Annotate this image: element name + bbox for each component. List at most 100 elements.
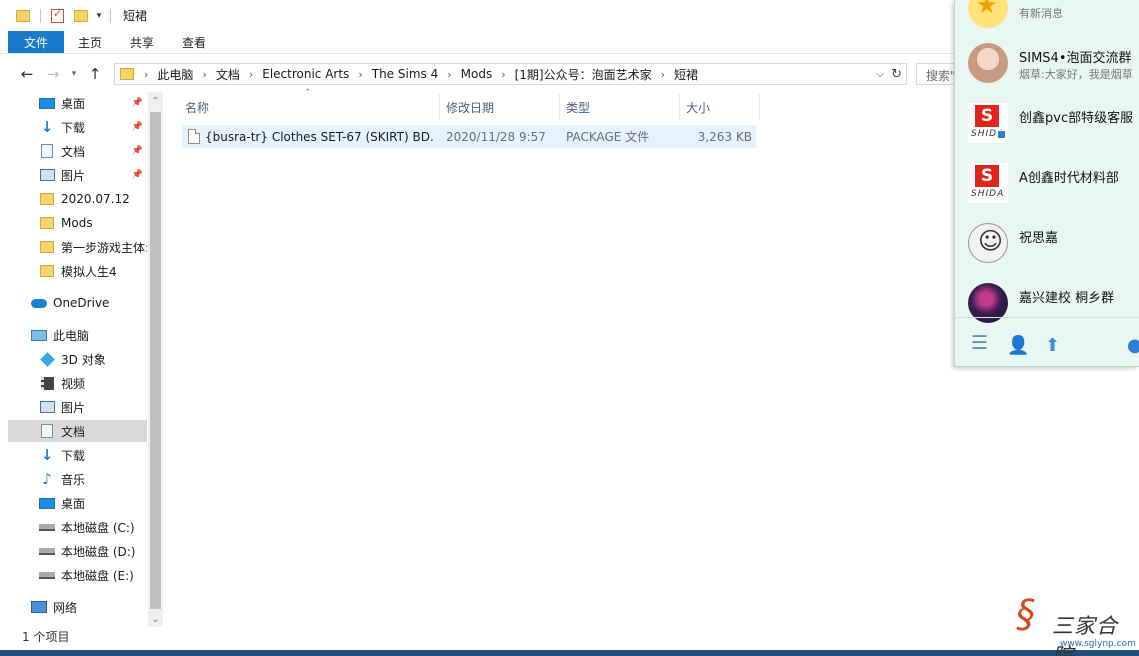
nav-item-downloads[interactable]: ↓ 下载 📌 bbox=[0, 116, 147, 138]
tab-view[interactable]: 查看 bbox=[168, 31, 220, 53]
folder-icon bbox=[120, 68, 134, 80]
recent-locations-icon[interactable]: ▾ bbox=[66, 69, 82, 79]
chevron-right-icon[interactable]: › bbox=[249, 68, 253, 81]
nav-item-desktop[interactable]: 桌面 📌 bbox=[0, 92, 147, 114]
nav-scrollbar[interactable]: ⌃ ⌄ bbox=[148, 92, 163, 627]
file-type: PACKAGE 文件 bbox=[566, 130, 650, 144]
nav-item-label: OneDrive bbox=[53, 296, 110, 310]
address-bar[interactable]: › 此电脑 › 文档 › Electronic Arts › The Sims … bbox=[114, 63, 907, 85]
navigation-pane: 桌面 📌 ↓ 下载 📌 文档 📌 图片 📌 2020.07.12 Mods 第一… bbox=[0, 92, 163, 624]
file-name: {busra-tr} Clothes SET-67 (SKIRT) BD... bbox=[205, 129, 435, 144]
back-arrow-icon[interactable]: ← bbox=[14, 65, 40, 83]
tab-share[interactable]: 共享 bbox=[116, 31, 168, 53]
properties-icon[interactable] bbox=[51, 7, 64, 23]
chat-panel: 有新消息 SIMS4•泡面交流群 烟草:大家好，我是烟草 S SHIDA 创鑫p… bbox=[954, 0, 1139, 367]
chevron-right-icon[interactable]: › bbox=[144, 68, 148, 81]
nav-item-pc-documents[interactable]: 文档 bbox=[8, 420, 147, 442]
folder-icon bbox=[39, 264, 55, 278]
chevron-right-icon[interactable]: › bbox=[447, 68, 451, 81]
contact-name: SIMS4•泡面交流群 bbox=[1019, 51, 1132, 66]
nav-item-documents[interactable]: 文档 📌 bbox=[0, 140, 147, 162]
nav-item-label: Mods bbox=[61, 216, 93, 230]
nav-item-pc-downloads[interactable]: ↓ 下载 bbox=[0, 444, 147, 466]
contact-item[interactable]: 祝思嘉 bbox=[955, 213, 1139, 273]
nav-item-folder-mods[interactable]: Mods bbox=[0, 212, 147, 234]
nav-item-label: 3D 对象 bbox=[61, 352, 106, 367]
window-title: 短裙 bbox=[123, 9, 148, 23]
contact-item[interactable]: S SHIDA A创鑫时代材料部 bbox=[955, 153, 1139, 213]
column-header-size[interactable]: 大小 bbox=[680, 94, 760, 120]
nav-item-music[interactable]: ♪ 音乐 bbox=[0, 468, 147, 490]
watermark-logo-icon: § bbox=[1016, 592, 1035, 636]
breadcrumb-current[interactable]: 短裙 bbox=[674, 66, 698, 83]
nav-item-videos[interactable]: 视频 bbox=[0, 372, 147, 394]
document-icon bbox=[39, 144, 55, 158]
nav-item-folder-2020-07-12[interactable]: 2020.07.12 bbox=[0, 188, 147, 210]
breadcrumb-documents[interactable]: 文档 bbox=[216, 66, 240, 83]
nav-item-folder-step-one[interactable]: 第一步游戏主体: bbox=[0, 236, 147, 258]
nav-item-label: 文档 bbox=[61, 144, 86, 159]
new-folder-icon[interactable] bbox=[74, 9, 88, 22]
nav-item-network[interactable]: 网络 bbox=[0, 596, 147, 618]
breadcrumb-this-pc[interactable]: 此电脑 bbox=[157, 66, 193, 83]
contact-item[interactable]: S SHIDA 创鑫pvc部特级客服 bbox=[955, 93, 1139, 153]
nav-item-label: 模拟人生4 bbox=[61, 264, 117, 279]
nav-item-label: 音乐 bbox=[61, 472, 86, 487]
address-history-dropdown-icon[interactable]: ⌵ bbox=[876, 69, 884, 80]
s-logo-avatar: S SHIDA bbox=[968, 103, 1008, 143]
nav-item-pc-desktop[interactable]: 桌面 bbox=[0, 492, 147, 514]
chevron-right-icon[interactable]: › bbox=[501, 68, 505, 81]
column-header-name[interactable]: 名称 bbox=[179, 94, 440, 120]
scroll-up-icon[interactable]: ⌃ bbox=[148, 94, 163, 109]
column-header-type[interactable]: 类型 bbox=[560, 94, 680, 120]
folder-icon bbox=[39, 216, 55, 230]
add-contact-icon[interactable]: 👤 bbox=[1007, 335, 1029, 356]
file-row[interactable]: {busra-tr} Clothes SET-67 (SKIRT) BD... … bbox=[182, 125, 756, 148]
nav-item-label: 下载 bbox=[61, 120, 86, 135]
chevron-right-icon[interactable]: › bbox=[358, 68, 362, 81]
up-arrow-icon[interactable]: ↑ bbox=[82, 65, 108, 83]
nav-item-label: 此电脑 bbox=[53, 328, 90, 343]
contact-message: 有新消息 bbox=[1019, 7, 1063, 20]
qq-penguin-icon[interactable]: ● bbox=[1127, 335, 1139, 356]
column-header-date[interactable]: 修改日期 bbox=[440, 94, 560, 120]
breadcrumb-the-sims-4[interactable]: The Sims 4 bbox=[372, 67, 438, 81]
chevron-right-icon[interactable]: › bbox=[202, 68, 206, 81]
computer-icon bbox=[31, 328, 47, 342]
nav-item-disk-e[interactable]: 本地磁盘 (E:) bbox=[0, 564, 147, 586]
contact-message: 烟草:大家好，我是烟草 bbox=[1019, 68, 1133, 81]
nav-item-disk-c[interactable]: 本地磁盘 (C:) bbox=[0, 516, 147, 538]
nav-item-label: 图片 bbox=[61, 400, 86, 415]
onedrive-cloud-icon bbox=[31, 296, 47, 310]
contact-item[interactable]: SIMS4•泡面交流群 烟草:大家好，我是烟草 bbox=[955, 33, 1139, 93]
package-file-icon bbox=[188, 129, 200, 144]
app-manager-icon[interactable]: ⬆ bbox=[1045, 335, 1060, 356]
breadcrumb-issue-folder[interactable]: [1期]公众号：泡面艺术家 bbox=[515, 66, 652, 83]
status-item-count: 1 个项目 bbox=[22, 630, 70, 644]
breadcrumb-electronic-arts[interactable]: Electronic Arts bbox=[262, 67, 349, 81]
refresh-icon[interactable]: ↻ bbox=[891, 67, 902, 82]
tab-home[interactable]: 主页 bbox=[64, 31, 116, 53]
nav-item-pictures[interactable]: 图片 📌 bbox=[0, 164, 147, 186]
scroll-down-icon[interactable]: ⌄ bbox=[148, 612, 163, 627]
nav-item-this-pc[interactable]: 此电脑 bbox=[0, 324, 147, 346]
nav-item-pc-pictures[interactable]: 图片 bbox=[0, 396, 147, 418]
breadcrumb-mods[interactable]: Mods bbox=[461, 67, 493, 81]
nav-item-onedrive[interactable]: OneDrive bbox=[0, 292, 147, 314]
nav-item-folder-sims4[interactable]: 模拟人生4 bbox=[0, 260, 147, 282]
customize-quick-access-icon[interactable]: ▾ bbox=[92, 11, 106, 21]
forward-arrow-icon[interactable]: → bbox=[40, 65, 66, 83]
tab-file[interactable]: 文件 bbox=[8, 31, 64, 53]
file-date: 2020/11/28 9:57 bbox=[446, 129, 546, 144]
nav-item-disk-d[interactable]: 本地磁盘 (D:) bbox=[0, 540, 147, 562]
disk-icon bbox=[39, 520, 55, 534]
star-avatar bbox=[968, 0, 1008, 28]
nav-item-label: 桌面 bbox=[61, 96, 86, 111]
contact-name: 祝思嘉 bbox=[1019, 231, 1059, 246]
pin-icon: 📌 bbox=[131, 98, 143, 108]
chevron-right-icon[interactable]: › bbox=[661, 68, 665, 81]
nav-item-label: 第一步游戏主体: bbox=[61, 240, 147, 255]
main-menu-icon[interactable]: ☰ bbox=[971, 332, 988, 354]
nav-item-3d-objects[interactable]: 3D 对象 bbox=[0, 348, 147, 370]
scrollbar-thumb[interactable] bbox=[150, 112, 161, 609]
